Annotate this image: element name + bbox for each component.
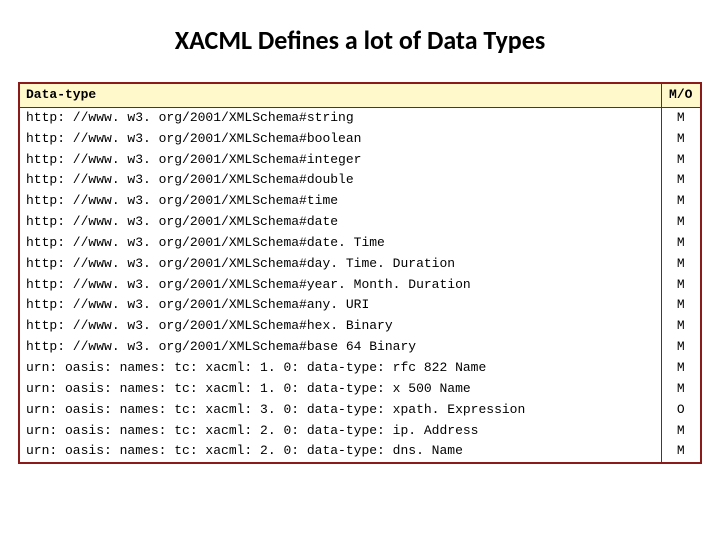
cell-mo: M — [661, 441, 701, 463]
slide-title: XACML Defines a lot of Data Types — [18, 24, 702, 56]
table-row: urn: oasis: names: tc: xacml: 3. 0: data… — [19, 400, 701, 421]
table-row: http: //www. w3. org/2001/XMLSchema#date… — [19, 233, 701, 254]
cell-mo: M — [661, 275, 701, 296]
datatype-table: Data-type M/O http: //www. w3. org/2001/… — [18, 82, 702, 464]
col-header-mo: M/O — [661, 83, 701, 107]
table-row: http: //www. w3. org/2001/XMLSchema#any.… — [19, 295, 701, 316]
col-header-datatype: Data-type — [19, 83, 661, 107]
table-row: http: //www. w3. org/2001/XMLSchema#year… — [19, 275, 701, 296]
table-row: http: //www. w3. org/2001/XMLSchema#day.… — [19, 254, 701, 275]
table-row: http: //www. w3. org/2001/XMLSchema#time… — [19, 191, 701, 212]
cell-uri: http: //www. w3. org/2001/XMLSchema#day.… — [19, 254, 661, 275]
cell-uri: http: //www. w3. org/2001/XMLSchema#hex.… — [19, 316, 661, 337]
cell-uri: http: //www. w3. org/2001/XMLSchema#date — [19, 212, 661, 233]
cell-uri: http: //www. w3. org/2001/XMLSchema#inte… — [19, 150, 661, 171]
cell-mo: M — [661, 379, 701, 400]
cell-mo: M — [661, 316, 701, 337]
cell-uri: http: //www. w3. org/2001/XMLSchema#stri… — [19, 107, 661, 128]
table-row: http: //www. w3. org/2001/XMLSchema#inte… — [19, 150, 701, 171]
cell-uri: http: //www. w3. org/2001/XMLSchema#year… — [19, 275, 661, 296]
cell-uri: http: //www. w3. org/2001/XMLSchema#date… — [19, 233, 661, 254]
cell-mo: M — [661, 233, 701, 254]
cell-mo: M — [661, 421, 701, 442]
cell-uri: http: //www. w3. org/2001/XMLSchema#bool… — [19, 129, 661, 150]
cell-uri: urn: oasis: names: tc: xacml: 1. 0: data… — [19, 358, 661, 379]
cell-mo: M — [661, 337, 701, 358]
cell-mo: M — [661, 107, 701, 128]
cell-uri: urn: oasis: names: tc: xacml: 1. 0: data… — [19, 379, 661, 400]
cell-uri: urn: oasis: names: tc: xacml: 2. 0: data… — [19, 421, 661, 442]
slide: XACML Defines a lot of Data Types Data-t… — [0, 0, 720, 540]
table-row: http: //www. w3. org/2001/XMLSchema#date… — [19, 212, 701, 233]
cell-mo: M — [661, 212, 701, 233]
table-row: http: //www. w3. org/2001/XMLSchema#doub… — [19, 170, 701, 191]
table-row: urn: oasis: names: tc: xacml: 1. 0: data… — [19, 379, 701, 400]
cell-mo: M — [661, 191, 701, 212]
cell-uri: http: //www. w3. org/2001/XMLSchema#doub… — [19, 170, 661, 191]
cell-mo: M — [661, 358, 701, 379]
cell-uri: urn: oasis: names: tc: xacml: 3. 0: data… — [19, 400, 661, 421]
table-row: urn: oasis: names: tc: xacml: 2. 0: data… — [19, 441, 701, 463]
cell-mo: M — [661, 254, 701, 275]
table-row: http: //www. w3. org/2001/XMLSchema#hex.… — [19, 316, 701, 337]
cell-uri: http: //www. w3. org/2001/XMLSchema#any.… — [19, 295, 661, 316]
cell-mo: M — [661, 150, 701, 171]
cell-mo: M — [661, 129, 701, 150]
cell-uri: http: //www. w3. org/2001/XMLSchema#time — [19, 191, 661, 212]
cell-uri: urn: oasis: names: tc: xacml: 2. 0: data… — [19, 441, 661, 463]
table-row: urn: oasis: names: tc: xacml: 2. 0: data… — [19, 421, 701, 442]
table-row: urn: oasis: names: tc: xacml: 1. 0: data… — [19, 358, 701, 379]
cell-uri: http: //www. w3. org/2001/XMLSchema#base… — [19, 337, 661, 358]
table-row: http: //www. w3. org/2001/XMLSchema#bool… — [19, 129, 701, 150]
cell-mo: O — [661, 400, 701, 421]
cell-mo: M — [661, 170, 701, 191]
table-row: http: //www. w3. org/2001/XMLSchema#base… — [19, 337, 701, 358]
table-row: http: //www. w3. org/2001/XMLSchema#stri… — [19, 107, 701, 128]
table-header-row: Data-type M/O — [19, 83, 701, 107]
cell-mo: M — [661, 295, 701, 316]
